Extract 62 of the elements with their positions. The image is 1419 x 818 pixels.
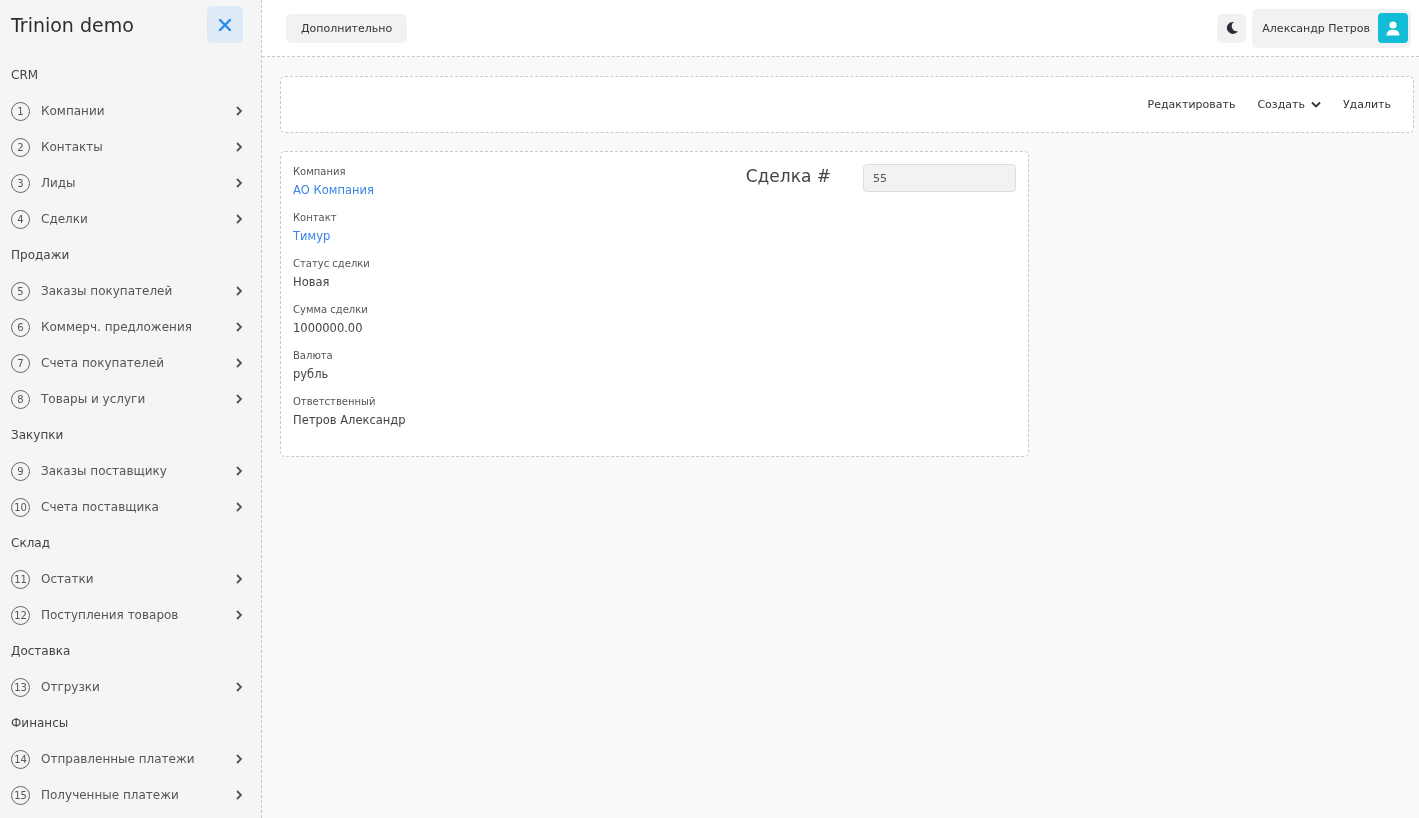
field-label: Валюта <box>293 350 334 361</box>
chevron-right-icon <box>235 285 243 297</box>
sidebar-item[interactable]: 6 Коммерч. предложения <box>11 309 243 345</box>
chevron-right-icon <box>235 789 243 801</box>
toolbar-button[interactable]: Удалить <box>1334 92 1399 117</box>
sidebar-item[interactable]: 14 Отправленные платежи <box>11 741 243 777</box>
sidebar-item[interactable]: 5 Заказы покупателей <box>11 273 243 309</box>
sidebar-item[interactable]: 3 Лиды <box>11 165 243 201</box>
chevron-right-icon <box>235 177 243 189</box>
chevron-right-icon <box>235 213 243 225</box>
section-heading: Продажи <box>11 247 71 264</box>
field-value: рубль <box>293 367 330 381</box>
section-heading: Склад <box>11 535 51 552</box>
close-icon <box>218 17 232 32</box>
chevron-right-icon <box>235 609 243 621</box>
chevron-right-icon <box>235 393 243 405</box>
chevron-right-icon <box>235 141 243 153</box>
field-value: 1000000.00 <box>293 321 364 335</box>
user-avatar-icon <box>1378 13 1408 43</box>
sidebar-item[interactable]: 7 Счета покупателей <box>11 345 243 381</box>
close-button[interactable] <box>207 6 243 43</box>
section-heading: Закупки <box>11 427 65 444</box>
sidebar-item[interactable]: 13 Отгрузки <box>11 669 243 705</box>
sidebar-item[interactable]: 12 Поступления товаров <box>11 597 243 633</box>
chevron-right-icon <box>235 465 243 477</box>
toolbar-button[interactable]: Редактировать <box>1139 92 1244 117</box>
section-heading: Доставка <box>11 643 72 660</box>
sidebar-item[interactable]: 4 Сделки <box>11 201 243 237</box>
section-heading: CRM <box>11 67 40 84</box>
field-label: Сумма сделки <box>293 304 369 315</box>
field-link[interactable]: Тимур <box>293 229 406 243</box>
record-title: Сделка # <box>745 166 831 186</box>
chevron-right-icon <box>235 321 243 333</box>
chevron-right-icon <box>235 681 243 693</box>
field-label: Статус сделки <box>293 258 371 269</box>
field-label: Компания <box>293 166 347 177</box>
more-button[interactable]: Дополнительно <box>286 13 408 43</box>
number-field[interactable]: 55 <box>863 164 1016 192</box>
chevron-right-icon <box>235 753 243 765</box>
field-value: Петров Александр <box>293 413 406 427</box>
chevron-right-icon <box>235 573 243 585</box>
sidebar-item[interactable]: 10 Счета поставщика <box>11 489 243 525</box>
user-button[interactable]: Александр Петров <box>1252 8 1411 48</box>
toolbar-button[interactable]: Создать <box>1249 92 1329 117</box>
field-value: Новая <box>293 275 331 289</box>
app-title: Trinion demo <box>11 13 134 36</box>
sidebar-item[interactable]: 15 Полученные платежи <box>11 777 243 813</box>
chevron-right-icon <box>235 357 243 369</box>
sidebar-item[interactable]: 1 Компании <box>11 93 243 129</box>
sidebar-item[interactable]: 8 Товары и услуги <box>11 381 243 417</box>
section-heading: Финансы <box>11 715 70 732</box>
chevron-right-icon <box>235 105 243 117</box>
sidebar-item[interactable]: 9 Заказы поставщику <box>11 453 243 489</box>
field-link[interactable]: АО Компания <box>293 183 406 197</box>
theme-button[interactable] <box>1217 13 1247 43</box>
sidebar-item[interactable]: 2 Контакты <box>11 129 243 165</box>
field-label: Ответственный <box>293 396 377 407</box>
sidebar-item[interactable]: 11 Остатки <box>11 561 243 597</box>
caret-down-icon <box>1310 101 1321 108</box>
moon-icon <box>1224 21 1239 35</box>
field-label: Контакт <box>293 212 338 223</box>
chevron-right-icon <box>235 501 243 513</box>
